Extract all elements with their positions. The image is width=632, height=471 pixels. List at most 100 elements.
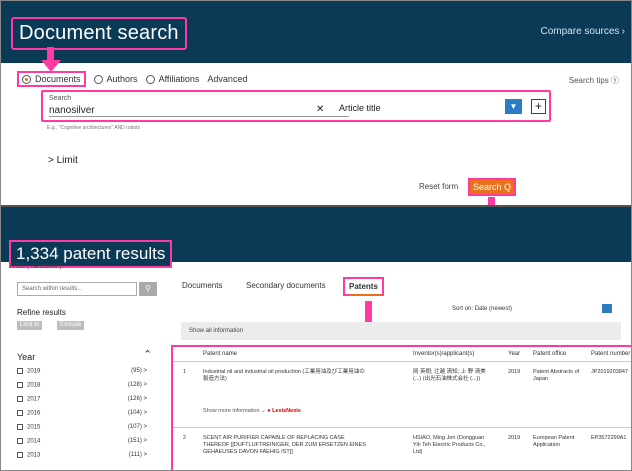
- advanced-label: Advanced: [207, 74, 248, 84]
- results-header: 1,334 patent results: [1, 207, 631, 268]
- patent-name-link[interactable]: SCENT AIR PURIFIER CAPABLE OF REPLACING …: [203, 435, 368, 456]
- year-value: 2015: [27, 424, 41, 431]
- compare-sources-label: Compare sources: [540, 26, 620, 37]
- year-count: (126) >: [127, 396, 147, 402]
- year-count: (111) >: [128, 452, 147, 458]
- sort-value: Date (newest): [474, 306, 513, 312]
- year-facet-item[interactable]: 2017 (126) >: [17, 396, 147, 408]
- search-underline: [49, 116, 349, 117]
- chevron-right-icon: ›: [621, 26, 625, 37]
- year-facet-item[interactable]: 2013 (111) >: [17, 452, 147, 464]
- checkbox-icon[interactable]: [17, 424, 23, 430]
- search-field-select[interactable]: Article title: [339, 103, 381, 113]
- search-box: Search nanosilver ✕ Article title ▼ +: [41, 90, 551, 122]
- year-count: (107) >: [127, 424, 147, 430]
- checkbox-icon[interactable]: [17, 452, 23, 458]
- advanced-link[interactable]: Advanced: [207, 74, 247, 84]
- exclude-button[interactable]: Exclude: [57, 321, 85, 330]
- col-header-inventor[interactable]: Inventor(s)/applicant(s): [413, 351, 474, 357]
- year-facet-item[interactable]: 2019 (95) >: [17, 368, 147, 380]
- sort-control[interactable]: Sort on: Date (newest): [452, 306, 512, 312]
- row-index: 1: [183, 369, 187, 375]
- col-header-patent-name[interactable]: Patent name: [203, 351, 237, 357]
- number-cell: EP3572299A1: [591, 435, 627, 441]
- radio-dot-icon: [93, 74, 103, 84]
- year-facet-item[interactable]: 2016 (104) >: [17, 410, 147, 422]
- year-value: 2019: [27, 368, 41, 375]
- breadcrumb: TITLE ( nanosilver ): [9, 264, 62, 270]
- search-header: Document search Compare sources ›: [1, 1, 631, 63]
- year-value: 2014: [27, 438, 41, 445]
- compare-sources-link[interactable]: Compare sources ›: [541, 26, 626, 37]
- col-header-year[interactable]: Year: [508, 351, 520, 357]
- radio-authors-label: Authors: [106, 74, 138, 84]
- header-divider: [173, 361, 631, 362]
- radio-affiliations[interactable]: Affiliations: [145, 74, 200, 84]
- show-more-information-link[interactable]: Show more information ⌄ ● LexisNexis: [203, 408, 301, 414]
- search-tips-link[interactable]: Search tips ⓨ: [569, 75, 619, 86]
- lexisnexis-label: LexisNexis: [272, 408, 301, 414]
- year-count: (95) >: [131, 368, 147, 374]
- year-facet-item[interactable]: 2014 (151) >: [17, 438, 147, 450]
- tab-secondary-documents[interactable]: Secondary documents: [246, 281, 326, 290]
- show-all-information-toggle[interactable]: Show all information: [181, 322, 621, 340]
- year-facet-heading: Year: [17, 352, 36, 362]
- checkbox-icon[interactable]: [17, 438, 23, 444]
- year-count: (151) >: [127, 438, 147, 444]
- year-count: (128) >: [127, 382, 147, 388]
- col-header-number[interactable]: Patent number: [591, 351, 630, 357]
- search-type-radios: Documents Authors Affiliations Advanced: [17, 70, 255, 88]
- search-input[interactable]: nanosilver: [49, 105, 95, 116]
- year-value: 2016: [27, 410, 41, 417]
- year-cell: 2019: [508, 369, 521, 375]
- search-icon[interactable]: ⚲: [139, 282, 157, 296]
- patent-results-table: Patent name Inventor(s)/applicant(s) Yea…: [171, 345, 631, 470]
- page-title: Document search: [11, 17, 187, 50]
- patent-name-link[interactable]: Industrial oil and industrial oil produc…: [203, 369, 368, 383]
- inventor-cell: HSIAO, Ming Jen (Dongguan Yih Teh Electr…: [413, 435, 486, 455]
- checkbox-icon[interactable]: [17, 410, 23, 416]
- radio-authors[interactable]: Authors: [93, 74, 138, 84]
- annotation-arrow-shaft: [47, 47, 54, 61]
- add-search-field-button[interactable]: +: [531, 99, 546, 114]
- radio-documents-label: Documents: [35, 74, 81, 84]
- checkbox-icon[interactable]: [17, 382, 23, 388]
- year-count: (104) >: [127, 410, 147, 416]
- col-header-office[interactable]: Patent office: [533, 351, 566, 357]
- limit-to-button[interactable]: Limit to: [17, 321, 43, 330]
- lexisnexis-logo: ● LexisNexis: [267, 408, 301, 414]
- radio-affiliations-label: Affiliations: [158, 74, 200, 84]
- chevron-up-icon[interactable]: ⌃: [143, 348, 152, 361]
- search-example: E.g., "Cognitive architectures" AND robo…: [47, 125, 141, 131]
- radio-dot-icon: [145, 74, 155, 84]
- chevron-down-icon[interactable]: ▼: [505, 99, 522, 114]
- search-button[interactable]: Search Q: [468, 178, 516, 196]
- number-cell: JP2019203847: [591, 369, 629, 375]
- tab-documents[interactable]: Documents: [182, 281, 222, 290]
- row-index: 2: [183, 435, 187, 441]
- year-facet-item[interactable]: 2018 (128) >: [17, 382, 147, 394]
- office-cell: European Patent Application: [533, 435, 575, 448]
- radio-documents[interactable]: Documents: [17, 71, 86, 87]
- refine-results-heading: Refine results: [17, 308, 66, 317]
- inventor-cell: 岡 英樹; 辻越 清知; 上 野 清美(...) (出光石油株式会社 (...)…: [413, 369, 486, 382]
- search-label: Search: [49, 95, 72, 102]
- office-cell: Patent Abstracts of Japan: [533, 369, 580, 382]
- year-cell: 2019: [508, 435, 521, 441]
- year-value: 2018: [27, 382, 41, 389]
- clear-icon[interactable]: ✕: [316, 104, 324, 115]
- limit-toggle[interactable]: > Limit: [48, 155, 78, 166]
- sort-dropdown-icon[interactable]: [602, 304, 612, 313]
- row-divider: [173, 427, 631, 428]
- search-within-input[interactable]: Search within results...: [17, 282, 137, 296]
- reset-form-link[interactable]: Reset form: [419, 182, 458, 191]
- checkbox-icon[interactable]: [17, 368, 23, 374]
- screenshot-frame: Document search Compare sources › Docume…: [0, 0, 632, 471]
- year-value: 2017: [27, 396, 41, 403]
- active-tab-indicator: [349, 294, 381, 296]
- year-value: 2013: [27, 452, 41, 459]
- year-facet-item[interactable]: 2015 (107) >: [17, 424, 147, 436]
- checkbox-icon[interactable]: [17, 396, 23, 402]
- radio-dot-selected-icon: [22, 74, 31, 84]
- sort-label: Sort on:: [452, 306, 474, 312]
